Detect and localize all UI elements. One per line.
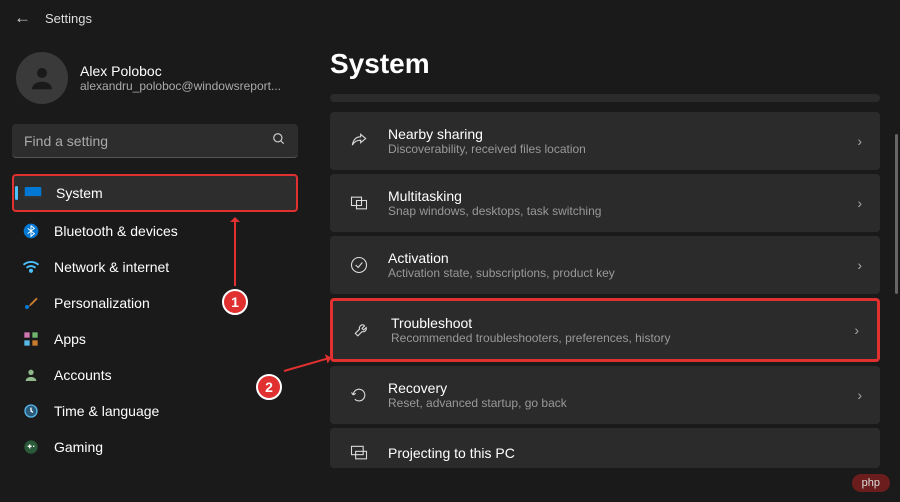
sidebar-item-apps[interactable]: Apps xyxy=(12,322,298,356)
system-icon xyxy=(24,184,42,202)
sidebar-item-gaming[interactable]: Gaming xyxy=(12,430,298,464)
apps-icon xyxy=(22,330,40,348)
card-title: Projecting to this PC xyxy=(388,445,862,461)
app-title: Settings xyxy=(45,11,92,26)
search-box[interactable] xyxy=(12,124,298,158)
chevron-right-icon: › xyxy=(857,257,862,273)
card-title: Recovery xyxy=(388,380,839,396)
search-input[interactable] xyxy=(24,133,272,149)
card-sub: Discoverability, received files location xyxy=(388,142,839,156)
profile-email: alexandru_poloboc@windowsreport... xyxy=(80,79,281,93)
gaming-icon xyxy=(22,438,40,456)
profile-name: Alex Poloboc xyxy=(80,63,281,79)
multitask-icon xyxy=(348,192,370,214)
page-title: System xyxy=(330,48,880,80)
sidebar-item-bluetooth[interactable]: Bluetooth & devices xyxy=(12,214,298,248)
card-stub xyxy=(330,94,880,102)
wifi-icon xyxy=(22,258,40,276)
sidebar-item-label: Network & internet xyxy=(54,259,169,275)
sidebar-item-label: Time & language xyxy=(54,403,159,419)
sidebar-item-personalization[interactable]: Personalization xyxy=(12,286,298,320)
chevron-right-icon: › xyxy=(857,387,862,403)
sidebar-item-network[interactable]: Network & internet xyxy=(12,250,298,284)
card-sub: Recommended troubleshooters, preferences… xyxy=(391,331,836,345)
sidebar-item-label: Apps xyxy=(54,331,86,347)
card-sub: Activation state, subscriptions, product… xyxy=(388,266,839,280)
wrench-icon xyxy=(351,319,373,341)
brush-icon xyxy=(22,294,40,312)
profile-text: Alex Poloboc alexandru_poloboc@windowsre… xyxy=(80,63,281,93)
nav-list: System Bluetooth & devices Network & int… xyxy=(12,174,298,464)
card-troubleshoot[interactable]: Troubleshoot Recommended troubleshooters… xyxy=(330,298,880,362)
sidebar-item-label: System xyxy=(56,185,103,201)
card-recovery[interactable]: Recovery Reset, advanced startup, go bac… xyxy=(330,366,880,424)
share-icon xyxy=(348,130,370,152)
project-icon xyxy=(348,442,370,464)
watermark: php xyxy=(852,474,890,492)
accounts-icon xyxy=(22,366,40,384)
card-text: Troubleshoot Recommended troubleshooters… xyxy=(391,315,836,345)
sidebar-item-label: Gaming xyxy=(54,439,103,455)
card-title: Nearby sharing xyxy=(388,126,839,142)
annotation-step-2: 2 xyxy=(256,374,282,400)
chevron-right-icon: › xyxy=(857,133,862,149)
sidebar-item-label: Bluetooth & devices xyxy=(54,223,178,239)
sidebar-item-time[interactable]: Time & language xyxy=(12,394,298,428)
sidebar-item-label: Personalization xyxy=(54,295,150,311)
avatar xyxy=(16,52,68,104)
card-sub: Snap windows, desktops, task switching xyxy=(388,204,839,218)
content: Alex Poloboc alexandru_poloboc@windowsre… xyxy=(0,36,900,502)
card-activation[interactable]: Activation Activation state, subscriptio… xyxy=(330,236,880,294)
recovery-icon xyxy=(348,384,370,406)
card-list: Nearby sharing Discoverability, received… xyxy=(330,94,880,468)
search-icon xyxy=(272,132,286,149)
profile[interactable]: Alex Poloboc alexandru_poloboc@windowsre… xyxy=(12,46,298,116)
annotation-step-1: 1 xyxy=(222,289,248,315)
card-multitasking[interactable]: Multitasking Snap windows, desktops, tas… xyxy=(330,174,880,232)
card-projecting[interactable]: Projecting to this PC xyxy=(330,428,880,468)
clock-icon xyxy=(22,402,40,420)
card-title: Troubleshoot xyxy=(391,315,836,331)
card-title: Activation xyxy=(388,250,839,266)
check-circle-icon xyxy=(348,254,370,276)
back-icon[interactable]: ← xyxy=(14,8,31,28)
card-text: Nearby sharing Discoverability, received… xyxy=(388,126,839,156)
sidebar-item-system[interactable]: System xyxy=(12,174,298,212)
chevron-right-icon: › xyxy=(854,322,859,338)
main-panel: System Nearby sharing Discoverability, r… xyxy=(310,36,900,502)
chevron-right-icon: › xyxy=(857,195,862,211)
card-title: Multitasking xyxy=(388,188,839,204)
scrollbar[interactable] xyxy=(895,134,898,294)
card-sub: Reset, advanced startup, go back xyxy=(388,396,839,410)
bluetooth-icon xyxy=(22,222,40,240)
card-text: Projecting to this PC xyxy=(388,445,862,461)
card-text: Recovery Reset, advanced startup, go bac… xyxy=(388,380,839,410)
card-nearby-sharing[interactable]: Nearby sharing Discoverability, received… xyxy=(330,112,880,170)
annotation-arrow-1 xyxy=(234,220,236,286)
sidebar: Alex Poloboc alexandru_poloboc@windowsre… xyxy=(0,36,310,502)
sidebar-item-label: Accounts xyxy=(54,367,112,383)
card-text: Activation Activation state, subscriptio… xyxy=(388,250,839,280)
window-header: ← Settings xyxy=(0,0,900,36)
card-text: Multitasking Snap windows, desktops, tas… xyxy=(388,188,839,218)
